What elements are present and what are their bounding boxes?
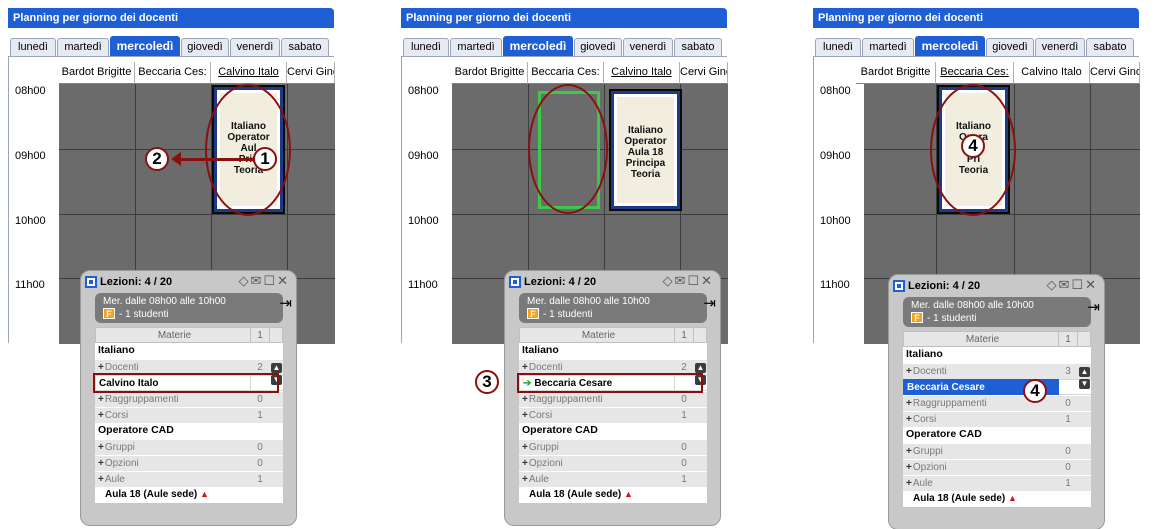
hour-label: 10h00 [820, 215, 851, 227]
lesson-info: Mer. dalle 08h00 alle 10h00 F- 1 student… [903, 297, 1091, 327]
column-header-teacher[interactable]: Calvino Italo [604, 62, 680, 84]
hour-label: 11h00 [15, 279, 45, 291]
tab-venerdi[interactable]: venerdì [230, 38, 280, 56]
tab-lunedi[interactable]: lunedì [815, 38, 861, 56]
lesson-card[interactable]: Italiano Operator Aula 18 Principa Teoria [611, 91, 680, 209]
day-tabs: lunedì martedì mercoledì giovedì venerdì… [401, 36, 727, 56]
day-tabs: lunedì martedì mercoledì giovedì venerdì… [813, 36, 1139, 56]
lesson-details-table: Materie 1 Italiano +Docenti 2 ➔ Beccaria Ce… [519, 327, 707, 503]
column-header-teacher[interactable]: Cervi Gino [680, 62, 728, 84]
hour-label: 10h00 [15, 215, 46, 227]
tab-martedi[interactable]: martedì [450, 38, 502, 56]
lesson-icon [509, 276, 521, 289]
column-header-teacher[interactable]: Bardot Brigitte [856, 62, 936, 84]
lesson-popup: Lezioni: 4 / 20 ◇✉☐✕ Mer. dalle 08h00 al… [888, 274, 1105, 529]
tab-sabato[interactable]: sabato [674, 38, 722, 56]
grid-line [452, 214, 728, 215]
scroll-up-icon[interactable]: ▲ [1079, 367, 1090, 377]
day-tabs: lunedì martedì mercoledì giovedì venerdì… [8, 36, 334, 56]
grid-line [59, 149, 335, 150]
teacher-row[interactable]: Beccaria Cesare [903, 379, 1091, 395]
window-title: Planning per giorno dei docenti [813, 8, 1139, 28]
tab-sabato[interactable]: sabato [1086, 38, 1134, 56]
lesson-details-table: Materie 1 Italiano +Docenti 3 Beccaria Ces… [903, 331, 1091, 507]
column-header-teacher[interactable]: Calvino Italo [211, 62, 287, 84]
exit-icon[interactable]: ⇥ [279, 294, 292, 312]
lesson-icon [85, 276, 97, 289]
tab-lunedi[interactable]: lunedì [10, 38, 56, 56]
hour-label: 08h00 [820, 85, 851, 97]
scroll-down-icon[interactable]: ▼ [1079, 379, 1090, 389]
lesson-icon [893, 280, 905, 293]
annotation-highlight [517, 373, 703, 393]
hour-label: 11h00 [408, 279, 438, 291]
tab-venerdi[interactable]: venerdì [623, 38, 673, 56]
tab-mercoledi[interactable]: mercoledì [503, 36, 573, 56]
exit-icon[interactable]: ⇥ [703, 294, 716, 312]
arrow-left-icon [171, 152, 181, 166]
column-header-teacher[interactable]: Calvino Italo [1014, 62, 1090, 84]
lesson-popup: Lezioni: 4 / 20 ◇✉☐✕ Mer. dalle 08h00 al… [504, 270, 721, 526]
frequency-badge: F [103, 308, 115, 319]
hour-label: 08h00 [15, 85, 46, 97]
lesson-popup: Lezioni: 4 / 20 ◇✉☐✕ Mer. dalle 08h00 al… [80, 270, 297, 526]
tab-mercoledi[interactable]: mercoledì [915, 36, 985, 56]
lesson-info: Mer. dalle 08h00 alle 10h00 F- 1 student… [95, 293, 283, 323]
column-header-teacher[interactable]: Cervi Gino [287, 62, 335, 84]
step-badge: 4 [961, 134, 985, 158]
window-title: Planning per giorno dei docenti [401, 8, 727, 28]
tab-venerdi[interactable]: venerdì [1035, 38, 1085, 56]
annotation-ellipse [528, 84, 608, 214]
window-title: Planning per giorno dei docenti [8, 8, 334, 28]
hour-label: 11h00 [820, 279, 850, 291]
tab-giovedi[interactable]: giovedì [986, 38, 1034, 56]
grid-line [864, 214, 1140, 215]
scroll-up-icon[interactable]: ▲ [695, 363, 706, 373]
popup-toolbar-icons[interactable]: ◇✉☐✕ [663, 273, 714, 289]
column-header-teacher[interactable]: Beccaria Ces: [528, 62, 604, 84]
hour-label: 08h00 [408, 85, 439, 97]
hour-label: 09h00 [15, 150, 46, 162]
frequency-badge: F [527, 308, 539, 319]
tab-mercoledi[interactable]: mercoledì [110, 36, 180, 56]
lesson-info: Mer. dalle 08h00 alle 10h00 F- 1 student… [519, 293, 707, 323]
tab-martedi[interactable]: martedì [57, 38, 109, 56]
annotation-arrow [177, 158, 257, 161]
column-header-teacher[interactable]: Beccaria Ces: [135, 62, 211, 84]
column-header-teacher[interactable]: Bardot Brigitte [59, 62, 135, 84]
column-header-teacher[interactable]: Beccaria Ces: [936, 62, 1014, 84]
scroll-up-icon[interactable]: ▲ [271, 363, 282, 373]
popup-toolbar-icons[interactable]: ◇✉☐✕ [1047, 277, 1098, 293]
column-header-teacher[interactable]: Bardot Brigitte [452, 62, 528, 84]
step-badge: 1 [253, 147, 277, 171]
exit-icon[interactable]: ⇥ [1087, 298, 1100, 316]
frequency-badge: F [911, 312, 923, 323]
step-badge: 4 [1023, 379, 1047, 403]
hour-label: 09h00 [820, 150, 851, 162]
tab-giovedi[interactable]: giovedì [181, 38, 229, 56]
hour-label: 10h00 [408, 215, 439, 227]
tab-lunedi[interactable]: lunedì [403, 38, 449, 56]
annotation-highlight [93, 373, 279, 393]
tab-martedi[interactable]: martedì [862, 38, 914, 56]
step-badge: 2 [145, 147, 169, 171]
grid-line [59, 214, 335, 215]
hour-label: 09h00 [408, 150, 439, 162]
tab-giovedi[interactable]: giovedì [574, 38, 622, 56]
step-badge: 3 [475, 370, 499, 394]
tab-sabato[interactable]: sabato [281, 38, 329, 56]
annotation-ellipse [205, 84, 291, 216]
popup-toolbar-icons[interactable]: ◇✉☐✕ [239, 273, 290, 289]
column-header-teacher[interactable]: Cervi Gino [1090, 62, 1140, 84]
lesson-details-table: Materie 1 Italiano +Docenti 2 Calvino Ital… [95, 327, 283, 503]
